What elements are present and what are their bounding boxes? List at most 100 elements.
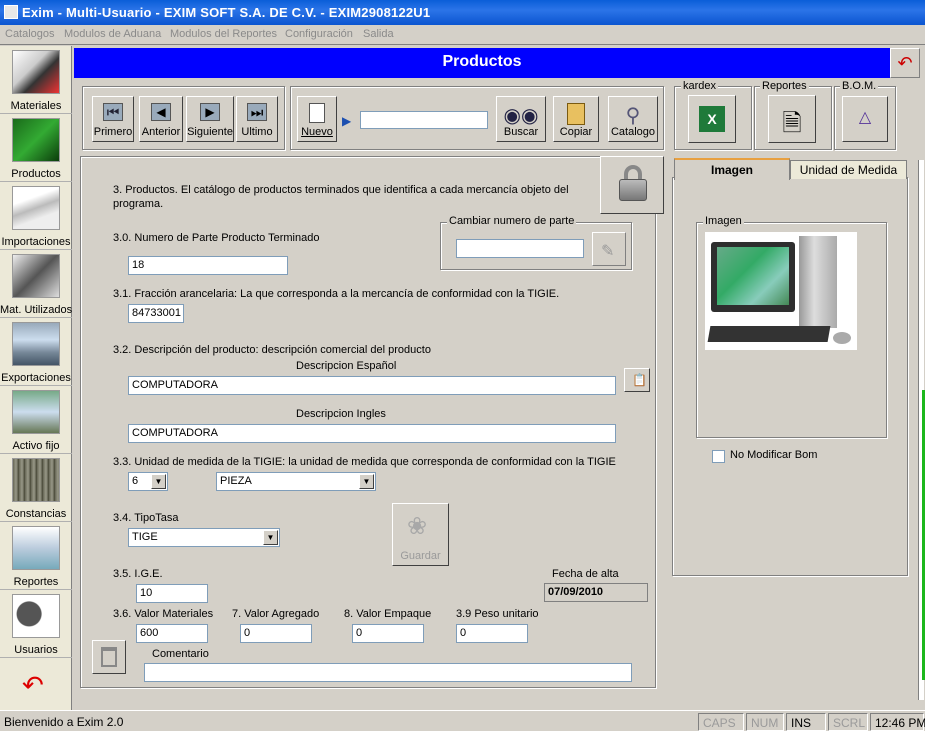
- status-time: 12:46 PM: [870, 713, 925, 731]
- fecha-alta-label: Fecha de alta: [552, 568, 619, 580]
- valor-agregado-input[interactable]: 0: [240, 624, 312, 643]
- tipotasa-value: TIGE: [132, 531, 158, 543]
- first-record-icon: ⏮: [103, 103, 123, 121]
- close-form-button[interactable]: ↶: [890, 48, 920, 78]
- desc-en-label: Descripcion Ingles: [296, 408, 386, 420]
- sidebar-item-activo-fijo[interactable]: Activo fijo: [0, 386, 72, 454]
- sidebar-item-reportes[interactable]: Reportes: [0, 522, 72, 590]
- tab-imagen[interactable]: Imagen: [674, 158, 790, 180]
- sidebar-item-constancias[interactable]: Constancias: [0, 454, 72, 522]
- menu-modulos-reportes[interactable]: Modulos del Reportes: [170, 28, 277, 40]
- last-button[interactable]: ⏭ Ultimo: [236, 96, 278, 142]
- cambiar-input[interactable]: [456, 239, 584, 258]
- clipboard-small-icon: 📋: [632, 373, 647, 387]
- previous-record-icon: ◀: [151, 103, 171, 121]
- monitor-screen: [717, 247, 789, 305]
- leaf-icon: ❀: [407, 513, 428, 540]
- comentario-label: Comentario: [152, 648, 209, 660]
- status-scrl: SCRL: [828, 713, 868, 731]
- printer-icon: [12, 526, 60, 570]
- valor-agregado-label: 7. Valor Agregado: [232, 608, 320, 620]
- app-icon: [4, 5, 18, 19]
- peso-unitario-label: 3.9 Peso unitario: [456, 608, 539, 620]
- keyboard-shape: [707, 326, 831, 342]
- desc-es-label: Descripcion Español: [296, 360, 397, 372]
- valor-empaque-input[interactable]: 0: [352, 624, 424, 643]
- desc-es-input[interactable]: COMPUTADORA: [128, 376, 616, 395]
- papers-icon: 🗎: [782, 110, 802, 137]
- menu-catalogos[interactable]: Catalogos: [5, 28, 55, 40]
- copy-button[interactable]: Copiar: [553, 96, 599, 142]
- sidebar-item-usuarios[interactable]: Usuarios: [0, 590, 72, 658]
- module-sidebar: Materiales Productos Importaciones Mat. …: [0, 46, 72, 710]
- sidebar-item-productos[interactable]: Productos: [0, 114, 72, 182]
- valor-materiales-input[interactable]: 600: [136, 624, 208, 643]
- imagen-group-label: Imagen: [703, 215, 744, 227]
- pencil-icon: ✎: [601, 243, 615, 260]
- save-button[interactable]: ❀ Guardar: [392, 503, 449, 566]
- search-button[interactable]: ◉◉ Buscar: [496, 96, 546, 142]
- files-icon: [12, 458, 60, 502]
- form-intro: 3. Productos. El catálogo de productos t…: [113, 184, 569, 210]
- menu-bar: Catalogos Modulos de Aduana Modulos del …: [0, 25, 925, 45]
- first-button[interactable]: ⏮ Primero: [92, 96, 134, 142]
- menu-modulos-aduana[interactable]: Modulos de Aduana: [64, 28, 161, 40]
- peso-unitario-input[interactable]: 0: [456, 624, 528, 643]
- magnifier-icon: ⚲: [625, 105, 641, 127]
- descripcion-label: 3.2. Descripción del producto: descripci…: [113, 344, 431, 356]
- menu-salida[interactable]: Salida: [363, 28, 394, 40]
- lock-user-icon: [12, 594, 60, 638]
- next-button[interactable]: ▶ Siguiente: [186, 96, 234, 142]
- status-num: NUM: [746, 713, 784, 731]
- status-bar: Bienvenido a Exim 2.0 CAPS NUM INS SCRL …: [0, 710, 925, 731]
- page-title: Productos: [74, 48, 890, 78]
- numero-parte-input[interactable]: 18: [128, 256, 288, 275]
- valor-empaque-label: 8. Valor Empaque: [344, 608, 432, 620]
- paste-button[interactable]: 📋: [624, 368, 650, 392]
- chevron-down-icon[interactable]: ▼: [151, 474, 166, 489]
- window-title: Exim - Multi-Usuario - EXIM SOFT S.A. DE…: [22, 5, 431, 20]
- unidad-code-select[interactable]: 6 ▼: [128, 472, 168, 491]
- hierarchy-icon: △: [858, 109, 872, 126]
- catalog-button[interactable]: ⚲ Catalogo: [608, 96, 658, 142]
- fraccion-input[interactable]: 84733001: [128, 304, 184, 323]
- reports-button[interactable]: 🗎: [768, 95, 816, 143]
- comentario-input[interactable]: [144, 663, 632, 682]
- sidebar-item-importaciones[interactable]: Importaciones: [0, 182, 72, 250]
- chevron-down-icon[interactable]: ▼: [263, 530, 278, 545]
- kardex-label: kardex: [681, 80, 719, 92]
- bom-button[interactable]: △: [842, 96, 888, 142]
- chevron-down-icon[interactable]: ▼: [359, 474, 374, 489]
- mouse-shape: [833, 332, 851, 344]
- unidad-name-value: PIEZA: [220, 475, 252, 487]
- ige-input[interactable]: 10: [136, 584, 208, 603]
- desc-en-input[interactable]: COMPUTADORA: [128, 424, 616, 443]
- undo-arrow-icon: ↶: [897, 53, 913, 73]
- sidebar-item-mat-utilizados[interactable]: Mat. Utilizados: [0, 250, 72, 318]
- parts-icon: [12, 254, 60, 298]
- new-document-icon: [309, 103, 325, 123]
- sidebar-item-exportaciones[interactable]: Exportaciones: [0, 318, 72, 386]
- sidebar-item-materiales[interactable]: Materiales: [0, 46, 72, 114]
- status-caps: CAPS: [698, 713, 744, 731]
- cambiar-button[interactable]: ✎: [592, 232, 626, 266]
- product-image: [705, 232, 857, 350]
- materials-icon: [12, 50, 60, 94]
- new-button[interactable]: Nuevo: [297, 96, 337, 142]
- search-input[interactable]: [360, 111, 488, 129]
- previous-button[interactable]: ◀ Anterior: [139, 96, 183, 142]
- tipotasa-label: 3.4. TipoTasa: [113, 512, 179, 524]
- tab-unidad-medida[interactable]: Unidad de Medida: [790, 160, 907, 179]
- tipotasa-select[interactable]: TIGE ▼: [128, 528, 280, 547]
- delete-button[interactable]: [92, 640, 126, 674]
- lock-button[interactable]: [600, 156, 664, 214]
- unidad-name-select[interactable]: PIEZA ▼: [216, 472, 376, 491]
- window-title-bar: Exim - Multi-Usuario - EXIM SOFT S.A. DE…: [0, 0, 925, 25]
- binoculars-icon: ◉◉: [503, 105, 539, 127]
- play-arrow-icon: ▶: [342, 114, 352, 128]
- no-modificar-bom-checkbox[interactable]: [712, 450, 725, 463]
- menu-configuracion[interactable]: Configuración: [285, 28, 353, 40]
- kardex-button[interactable]: X: [688, 95, 736, 143]
- excel-icon: X: [699, 106, 725, 132]
- reports-label: Reportes: [760, 80, 809, 92]
